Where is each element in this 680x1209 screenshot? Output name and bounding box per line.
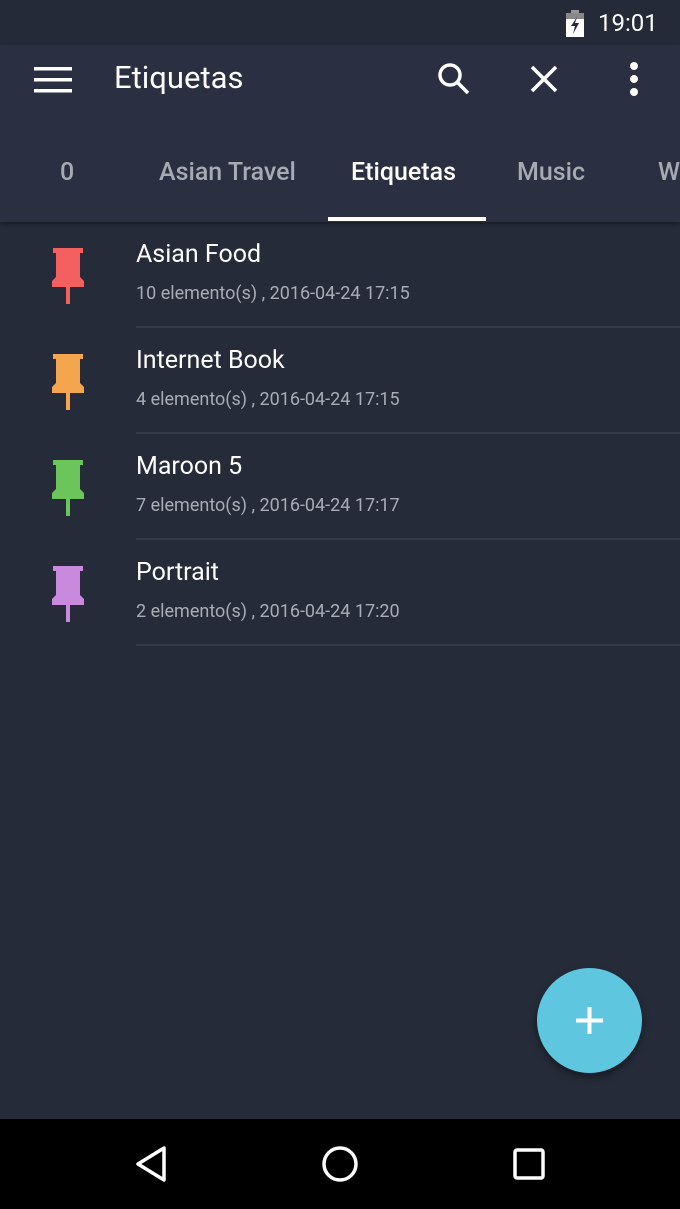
menu-icon[interactable] [34, 67, 72, 95]
tab-music[interactable]: Music [517, 158, 585, 187]
label-details: 10 elemento(s) , 2016-04-24 17:15 [136, 283, 410, 304]
label-name: Internet Book [136, 346, 285, 375]
list-item[interactable]: Internet Book 4 elemento(s) , 2016-04-24… [0, 328, 680, 434]
pushpin-icon [52, 566, 84, 622]
list-item[interactable]: Maroon 5 7 elemento(s) , 2016-04-24 17:1… [0, 434, 680, 540]
back-icon[interactable] [130, 1143, 172, 1185]
tab-indicator [328, 217, 486, 221]
home-icon[interactable] [319, 1143, 361, 1185]
label-details: 4 elemento(s) , 2016-04-24 17:15 [136, 389, 400, 410]
tab-etiquetas[interactable]: Etiquetas [351, 158, 456, 187]
divider [136, 644, 680, 646]
add-label-button[interactable] [537, 968, 642, 1073]
label-list: Asian Food 10 elemento(s) , 2016-04-24 1… [0, 222, 680, 646]
system-nav-bar [0, 1119, 680, 1209]
plus-icon [576, 1007, 603, 1034]
label-name: Maroon 5 [136, 452, 243, 481]
label-name: Asian Food [136, 240, 262, 269]
clock: 19:01 [598, 9, 658, 37]
status-bar: 19:01 [0, 0, 680, 45]
label-details: 2 elemento(s) , 2016-04-24 17:20 [136, 601, 400, 622]
pushpin-icon [52, 460, 84, 516]
search-icon[interactable] [432, 57, 476, 101]
label-details: 7 elemento(s) , 2016-04-24 17:17 [136, 495, 400, 516]
more-vert-icon[interactable] [612, 57, 656, 101]
tab-w[interactable]: W [658, 158, 680, 187]
app-bar: Etiquetas 0 Asian Travel Etiquetas Music… [0, 45, 680, 222]
page-title: Etiquetas [114, 59, 244, 96]
tab-asian-travel[interactable]: Asian Travel [159, 158, 296, 187]
tab-0[interactable]: 0 [60, 158, 74, 187]
list-item[interactable]: Asian Food 10 elemento(s) , 2016-04-24 1… [0, 222, 680, 328]
pushpin-icon [52, 248, 84, 304]
pushpin-icon [52, 354, 84, 410]
battery-charging-icon [566, 10, 584, 37]
list-item[interactable]: Portrait 2 elemento(s) , 2016-04-24 17:2… [0, 540, 680, 646]
label-name: Portrait [136, 558, 219, 587]
close-icon[interactable] [522, 57, 566, 101]
recents-icon[interactable] [508, 1143, 550, 1185]
